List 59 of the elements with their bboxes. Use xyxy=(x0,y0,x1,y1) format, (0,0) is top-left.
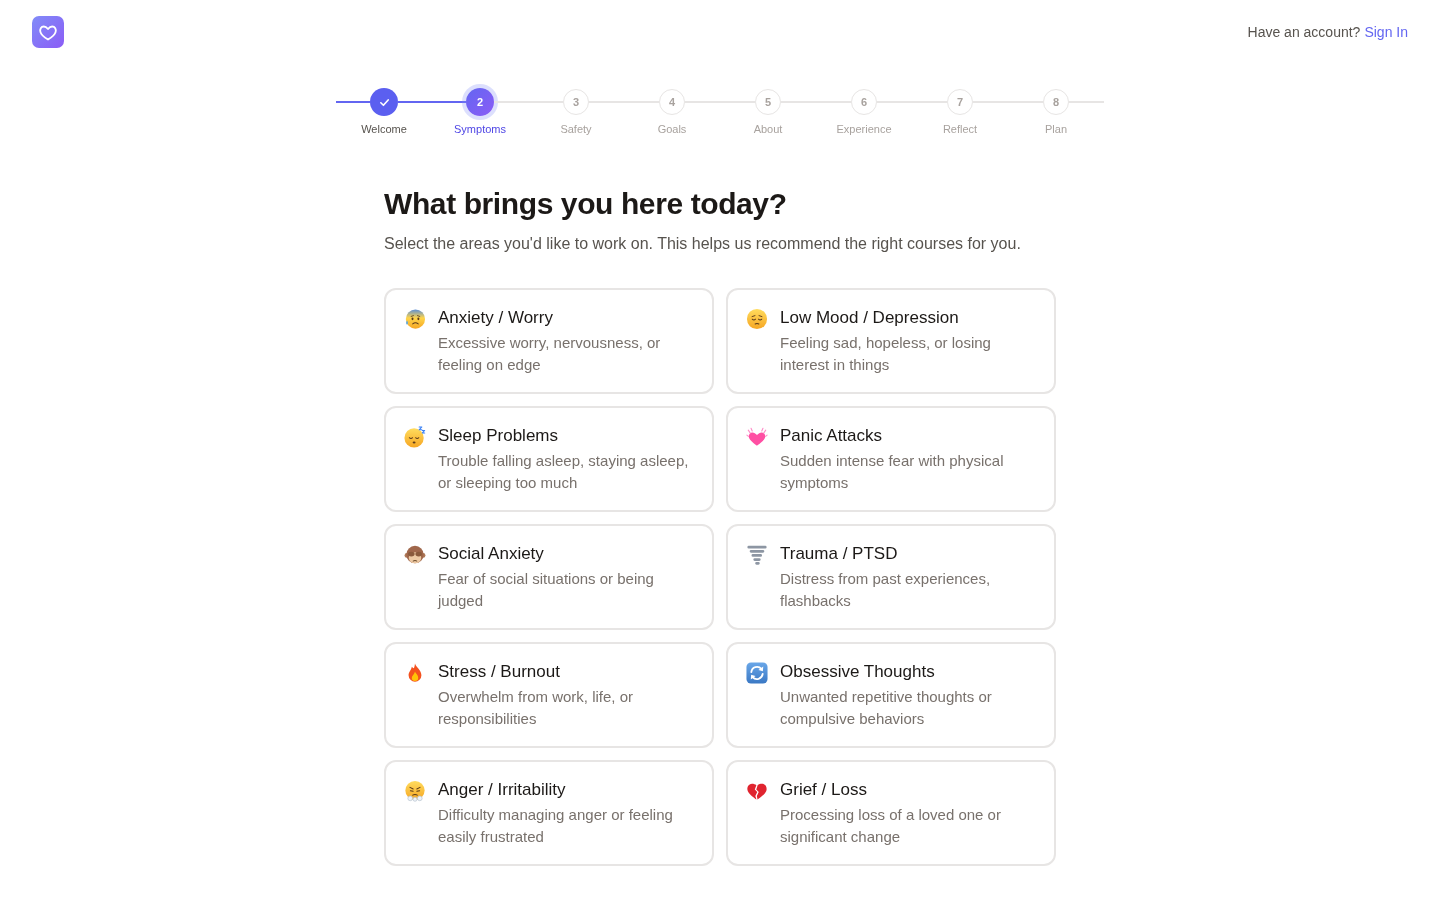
angry-face-icon xyxy=(404,780,426,802)
refresh-icon xyxy=(746,662,768,684)
symptom-card[interactable]: Stress / Burnout Overwhelm from work, life, or responsibilities xyxy=(384,642,714,748)
card-title: Grief / Loss xyxy=(780,779,868,801)
check-icon xyxy=(378,96,390,108)
step-label: About xyxy=(753,122,783,136)
heart-icon xyxy=(746,426,768,448)
symptom-card[interactable]: Obsessive Thoughts Unwanted repetitive thoughts or compulsive behaviors xyxy=(726,642,1056,748)
card-title: Stress / Burnout xyxy=(438,661,561,683)
card-title: Sleep Problems xyxy=(438,425,559,447)
step-label: Safety xyxy=(560,122,592,136)
symptom-card[interactable]: Sleep Problems Trouble falling asleep, staying asleep, or sleeping too much xyxy=(384,406,714,512)
page-title: What brings you here today? xyxy=(384,186,788,222)
step-label: Symptoms xyxy=(454,122,506,136)
card-description: Difficulty managing anger or feeling easily frustrated xyxy=(438,805,674,847)
card-title: Obsessive Thoughts xyxy=(780,661,936,683)
step-label: Experience xyxy=(836,122,892,136)
card-title: Low Mood / Depression xyxy=(780,307,960,329)
monkey-icon xyxy=(404,544,426,566)
sign-in-link[interactable]: Sign In xyxy=(1364,24,1408,40)
anxious-face-icon xyxy=(404,308,426,330)
symptom-card[interactable]: Trauma / PTSD Distress from past experiences, flashbacks xyxy=(726,524,1056,630)
card-title: Social Anxiety xyxy=(438,543,545,565)
step-circle: 6 xyxy=(851,89,877,115)
card-description: Feeling sad, hopeless, or losing interest in things xyxy=(780,333,992,375)
symptom-card[interactable]: Anger / Irritability Difficulty managing anger or feeling easily frustrated xyxy=(384,760,714,866)
step-label: Welcome xyxy=(361,122,407,136)
symptom-card[interactable]: Social Anxiety Fear of social situations or being judged xyxy=(384,524,714,630)
card-description: Fear of social situations or being judged xyxy=(438,569,655,611)
step-circle: 2 xyxy=(466,88,494,116)
page-subtitle: Select the areas you'd like to work on. This helps us recommend the right courses for you. xyxy=(384,234,1022,254)
symptom-card[interactable]: Low Mood / Depression Feeling sad, hopeless, or losing interest in things xyxy=(726,288,1056,394)
step-circle: 3 xyxy=(563,89,589,115)
step-circle: 7 xyxy=(947,89,973,115)
card-description: Processing loss of a loved one or significant change xyxy=(780,805,1002,847)
step-label: Reflect xyxy=(942,122,978,136)
step-circle: 4 xyxy=(659,89,685,115)
card-title: Panic Attacks xyxy=(780,425,884,447)
step-circle: 5 xyxy=(755,89,781,115)
card-description: Overwhelm from work, life, or responsibilities xyxy=(438,687,635,729)
card-title: Trauma / PTSD xyxy=(780,543,899,565)
sad-face-icon xyxy=(746,308,768,330)
account-prompt: Have an account? xyxy=(1247,24,1361,40)
step-label: Plan xyxy=(1045,122,1067,136)
card-description: Unwanted repetitive thoughts or compulsive behaviors xyxy=(780,687,993,729)
symptom-card[interactable]: Anxiety / Worry Excessive worry, nervousness, or feeling on edge xyxy=(384,288,714,394)
card-description: Sudden intense fear with physical symptoms xyxy=(780,451,1005,493)
sleeping-face-icon xyxy=(404,426,426,448)
card-title: Anxiety / Worry xyxy=(438,307,554,329)
card-description: Trouble falling asleep, staying asleep, or sleeping too much xyxy=(438,451,690,493)
card-title: Anger / Irritability xyxy=(438,779,567,801)
symptom-card[interactable]: Grief / Loss Processing loss of a loved one or significant change xyxy=(726,760,1056,866)
step-label: Goals xyxy=(657,122,687,136)
card-description: Distress from past experiences, flashbacks xyxy=(780,569,992,611)
tornado-icon xyxy=(746,544,768,566)
card-description: Excessive worry, nervousness, or feeling on edge xyxy=(438,333,662,375)
step-circle: 8 xyxy=(1043,89,1069,115)
logo-icon[interactable] xyxy=(32,16,64,48)
symptom-card[interactable]: Panic Attacks Sudden intense fear with physical symptoms xyxy=(726,406,1056,512)
